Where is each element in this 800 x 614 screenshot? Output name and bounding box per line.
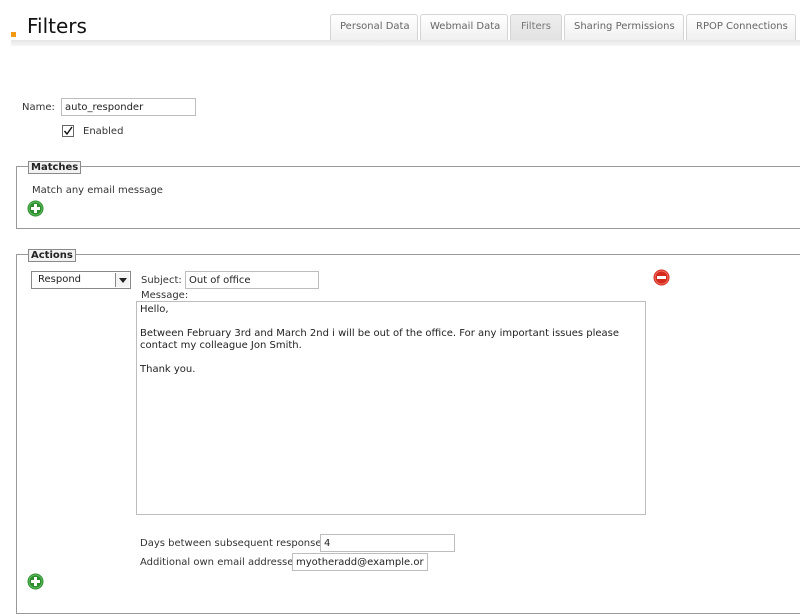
tab-filters[interactable]: Filters [510, 14, 562, 40]
action-type-value: Respond [38, 274, 82, 285]
actions-legend: Actions [28, 249, 76, 262]
page-title: Filters [27, 14, 87, 38]
enabled-label: Enabled [83, 126, 124, 137]
checkmark-icon [63, 126, 73, 136]
action-type-select[interactable]: Respond [31, 271, 131, 289]
title-accent-mark [11, 32, 16, 37]
plus-circle-icon [27, 200, 44, 217]
addresses-input[interactable] [292, 553, 428, 571]
tab-rpop-connections[interactable]: RPOP Connections [686, 14, 796, 40]
header-divider [11, 40, 800, 46]
add-match-button[interactable] [27, 200, 44, 217]
matches-legend: Matches [28, 161, 82, 174]
message-label: Message: [141, 290, 189, 301]
minus-circle-icon [653, 269, 670, 286]
tab-sharing-permissions[interactable]: Sharing Permissions [564, 14, 684, 40]
days-input[interactable] [320, 534, 455, 552]
name-label: Name: [22, 102, 55, 113]
chevron-down-icon [115, 273, 129, 287]
subject-input[interactable] [185, 271, 319, 289]
subject-label: Subject: [141, 275, 182, 286]
plus-circle-icon [27, 573, 44, 590]
matches-description: Match any email message [32, 185, 163, 196]
addresses-label: Additional own email addresses: [140, 557, 302, 568]
add-action-button[interactable] [27, 573, 44, 590]
tab-webmail-data[interactable]: Webmail Data [420, 14, 508, 40]
tab-bar: Personal Data Webmail Data Filters Shari… [330, 14, 798, 40]
name-input[interactable] [61, 98, 196, 116]
remove-action-button[interactable] [653, 269, 670, 286]
enabled-checkbox[interactable] [62, 125, 74, 137]
days-label: Days between subsequent responses: [140, 538, 331, 549]
matches-fieldset [16, 166, 800, 229]
tab-personal-data[interactable]: Personal Data [330, 14, 418, 40]
message-textarea[interactable]: Hello, Between February 3rd and March 2n… [136, 301, 646, 515]
